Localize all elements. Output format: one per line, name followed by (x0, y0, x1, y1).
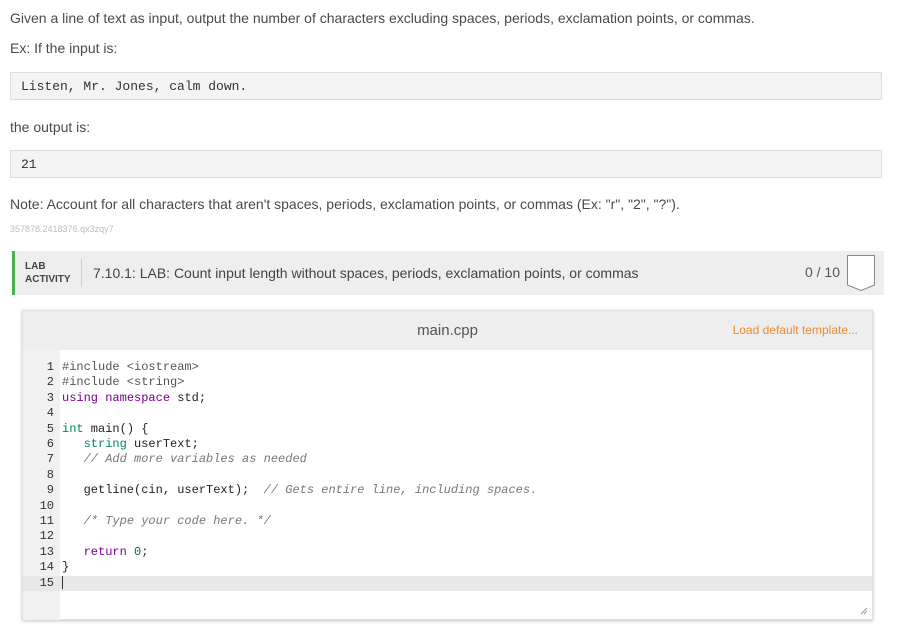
code-line[interactable]: 2 #include <string> (23, 375, 872, 390)
note-text: Note: Account for all characters that ar… (10, 196, 680, 212)
code-text[interactable]: // Add more variables as needed (62, 452, 307, 467)
lab-activity-label: LAB ACTIVITY (25, 260, 71, 286)
code-text[interactable]: using namespace std; (62, 391, 206, 406)
badge-tip-icon (847, 283, 875, 291)
code-line[interactable]: 8 (23, 468, 872, 483)
code-line[interactable]: 13 return 0; (23, 545, 872, 560)
code-line[interactable]: 7 // Add more variables as needed (23, 452, 872, 467)
example-output-box: 21 (10, 150, 882, 178)
lab-label-line1: LAB (25, 261, 46, 272)
score-badge-icon (847, 255, 875, 285)
example-output-label: the output is: (10, 119, 91, 135)
example-input-box: Listen, Mr. Jones, calm down. (10, 72, 882, 100)
line-number: 6 (46, 437, 54, 451)
line-number: 7 (46, 452, 54, 467)
code-line[interactable]: 6 string userText; (23, 437, 872, 452)
code-text[interactable]: /* Type your code here. */ (62, 514, 271, 529)
code-text[interactable]: } (62, 560, 69, 575)
line-number: 10 (39, 498, 54, 513)
code-line[interactable]: 15 (23, 575, 872, 591)
code-line[interactable]: 1 #include <iostream> (23, 360, 872, 375)
code-line[interactable]: 5 int main() { (23, 422, 872, 437)
line-number: 15 (39, 575, 54, 590)
code-text[interactable]: #include <iostream> (62, 360, 199, 375)
code-text[interactable]: return 0; (62, 545, 149, 560)
instruction-text: Given a line of text as input, output th… (10, 10, 755, 26)
line-number: 11 (39, 514, 54, 528)
lab-score: 0 / 10 (804, 264, 840, 280)
line-number: 5 (46, 421, 54, 436)
code-line[interactable]: 11 /* Type your code here. */ (23, 514, 872, 529)
example-input-label: Ex: If the input is: (10, 40, 118, 56)
code-line[interactable]: 4 (23, 406, 872, 421)
line-number: 2 (46, 375, 54, 390)
line-number: 9 (46, 483, 54, 498)
line-number: 13 (39, 544, 54, 559)
line-number: 8 (46, 467, 54, 482)
code-text[interactable]: getline(cin, userText); // Gets entire l… (62, 483, 538, 498)
code-line[interactable]: 9 getline(cin, userText); // Gets entire… (23, 483, 872, 498)
line-number: 4 (46, 406, 54, 421)
lab-label-line2: ACTIVITY (25, 274, 71, 285)
code-text[interactable]: int main() { (62, 422, 148, 437)
lab-activity-header: LAB ACTIVITY 7.10.1: LAB: Count input le… (12, 251, 884, 295)
line-number: 1 (46, 360, 54, 374)
code-line[interactable]: 10 (23, 499, 872, 514)
code-text[interactable]: string userText; (62, 437, 199, 452)
activity-id: 357878.2418376.qx3zqy7 (10, 224, 114, 234)
load-default-template-button[interactable]: Load default template... (733, 323, 858, 337)
lab-title: 7.10.1: LAB: Count input length without … (93, 265, 639, 281)
editor-toolbar: main.cpp Load default template... (23, 311, 872, 350)
code-text[interactable]: #include <string> (62, 375, 184, 390)
code-editor[interactable]: main.cpp Load default template... 1 #incl… (22, 310, 873, 620)
code-line[interactable]: 3 using namespace std; (23, 391, 872, 406)
line-number: 12 (39, 529, 54, 544)
text-cursor (62, 575, 63, 589)
code-area[interactable]: 1 #include <iostream> 2 #include <string> 3 u… (23, 360, 872, 600)
resize-handle-icon[interactable] (860, 607, 868, 615)
code-line[interactable]: 12 (23, 529, 872, 544)
line-number: 14 (39, 560, 54, 575)
code-line[interactable]: 14} (23, 560, 872, 575)
code-text[interactable] (62, 575, 63, 591)
line-number: 3 (46, 390, 54, 405)
header-divider (81, 259, 82, 287)
